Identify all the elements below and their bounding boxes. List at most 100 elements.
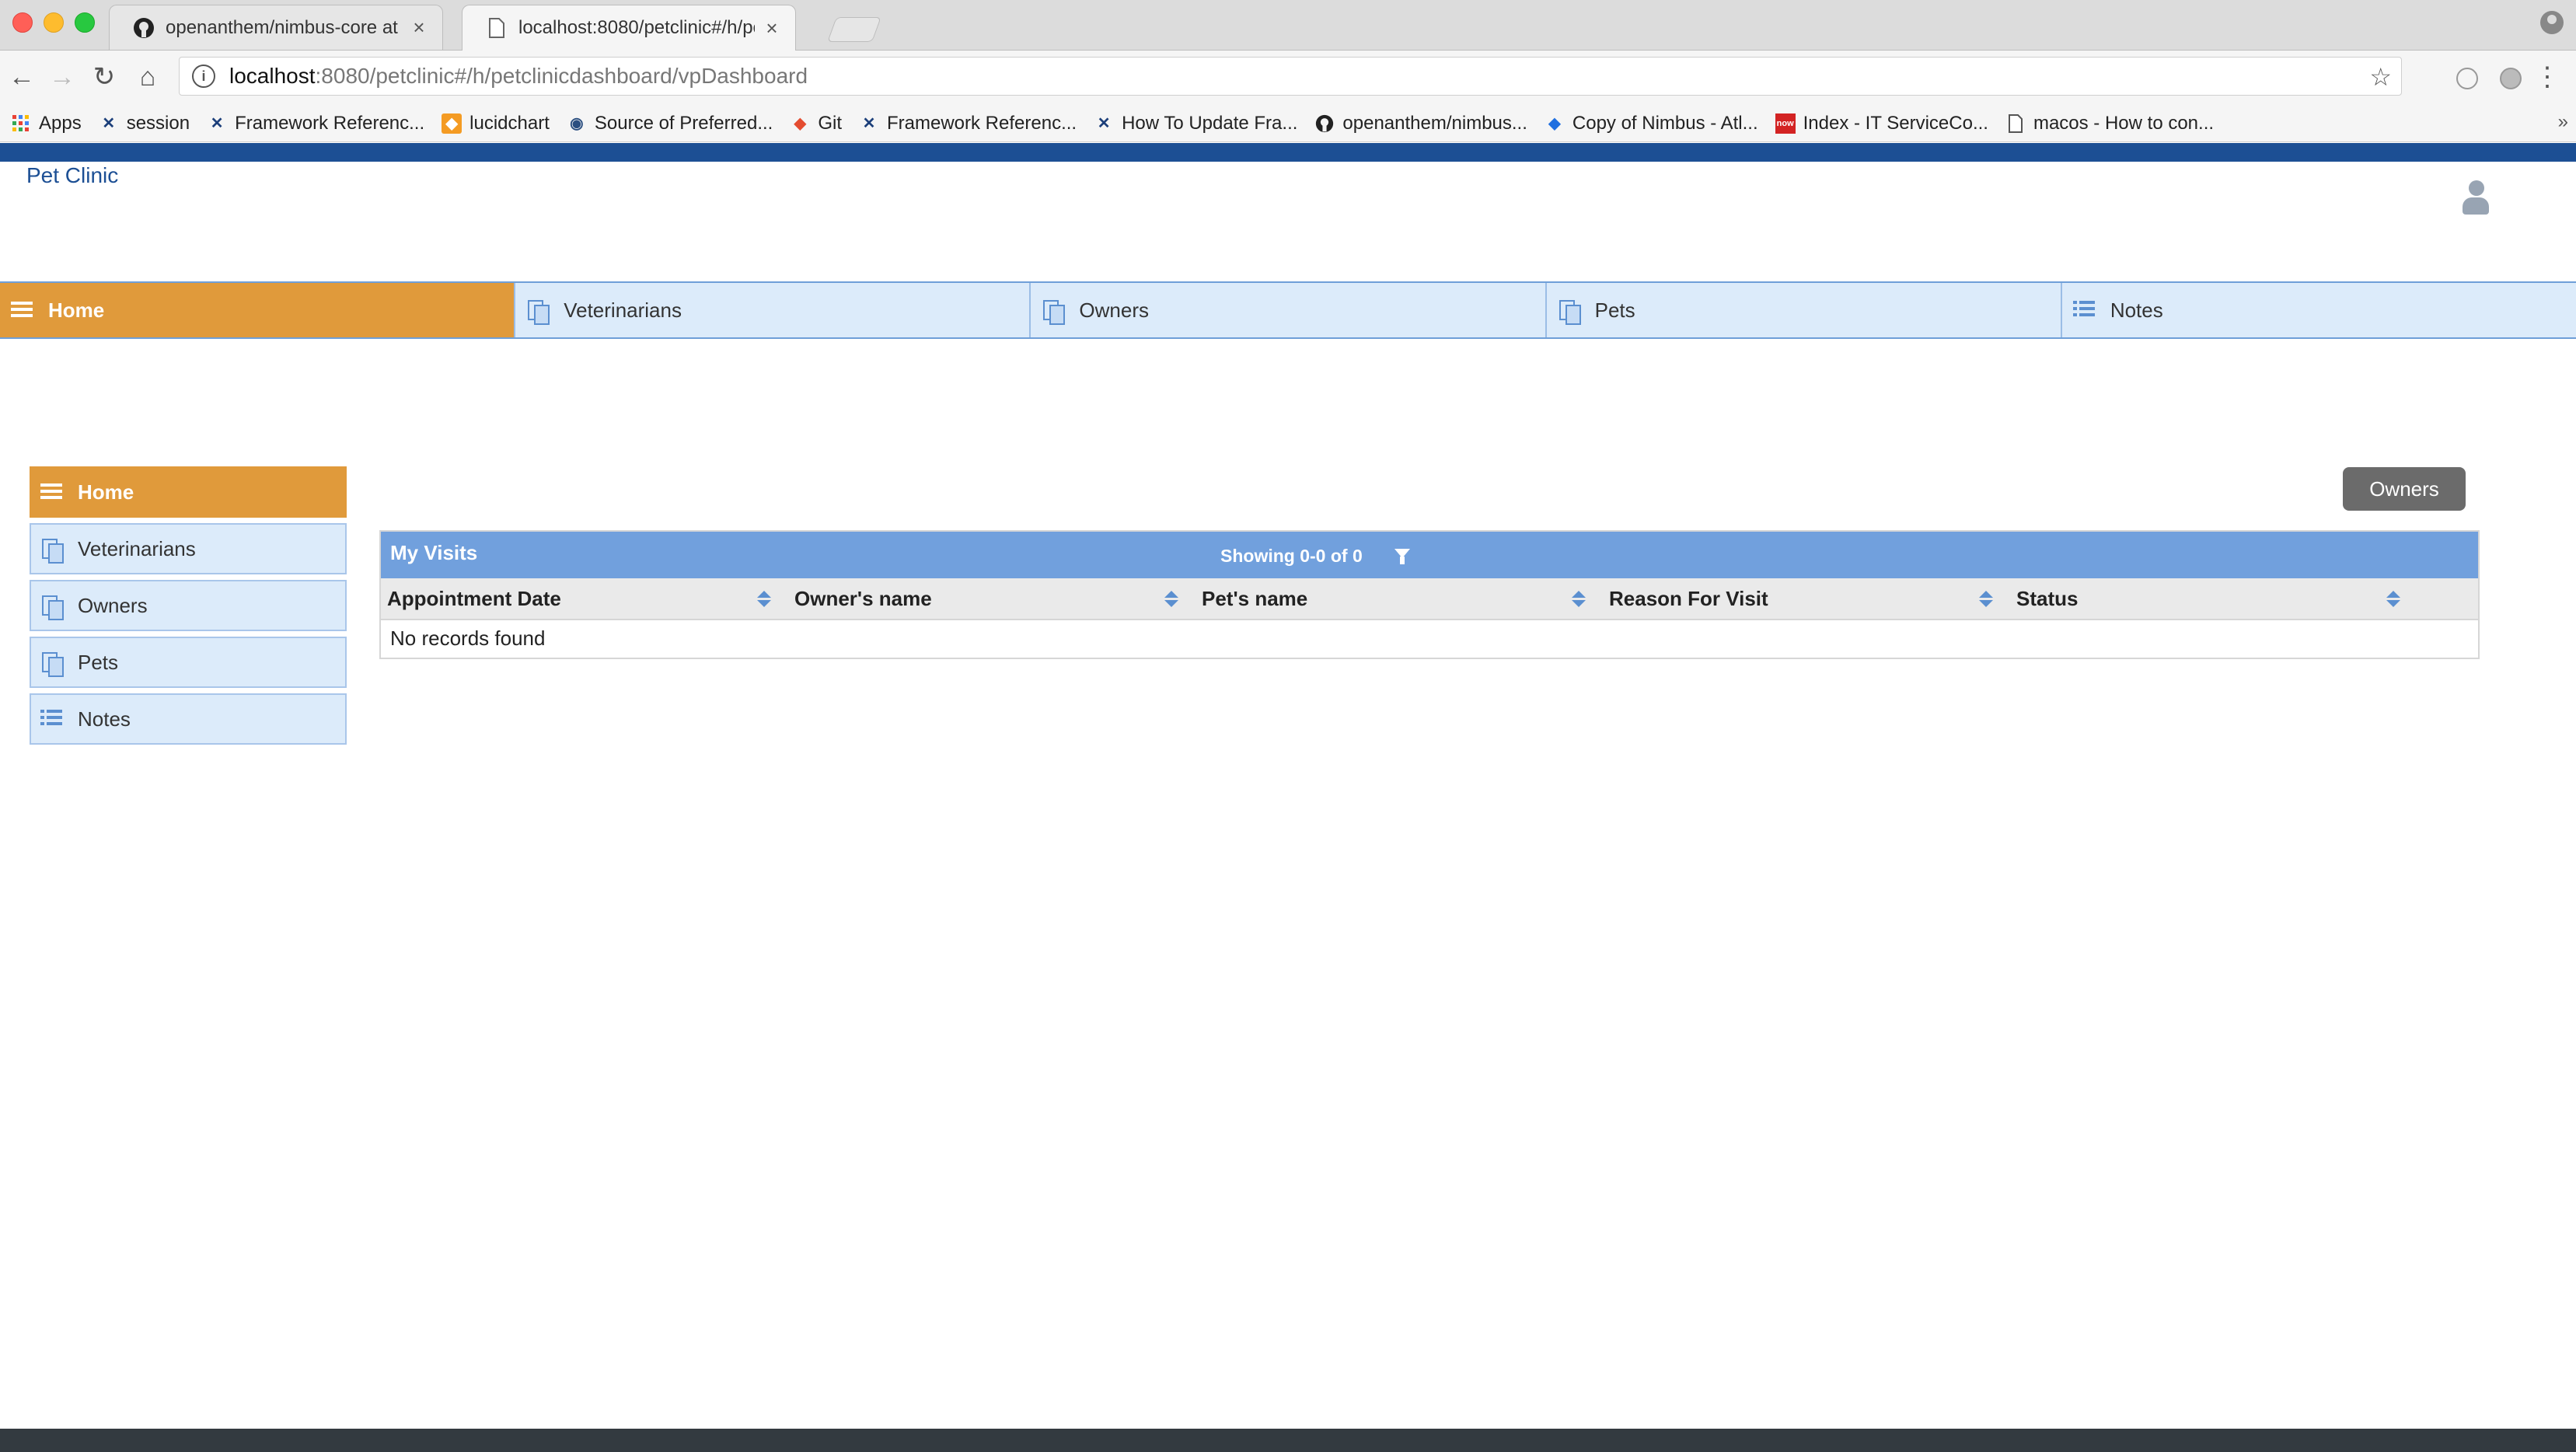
browser-tab-github[interactable]: openanthem/nimbus-core at 2 ×	[109, 5, 443, 50]
bookmark-star-icon[interactable]: ☆	[2369, 62, 2392, 92]
sort-icon[interactable]	[1164, 591, 1180, 608]
bookmark-macos-how-to[interactable]: macos - How to con...	[2005, 113, 2214, 134]
sidebar-item-owners[interactable]: Owners	[30, 580, 347, 631]
bookmark-label: Framework Referenc...	[887, 112, 1077, 134]
address-bar[interactable]: i localhost:8080/petclinic#/h/petclinicd…	[179, 57, 2402, 96]
sort-icon[interactable]	[1979, 591, 1995, 608]
bookmark-label: Framework Referenc...	[235, 112, 425, 134]
confluence-icon: ◆	[1548, 115, 1561, 132]
sidebar-item-label: Veterinarians	[78, 536, 196, 560]
sidebar-item-veterinarians[interactable]: Veterinarians	[30, 523, 347, 574]
column-header-spacer	[2417, 578, 2478, 619]
bullet-list-icon	[2072, 298, 2096, 322]
x-logo-icon: ✕	[102, 115, 116, 132]
list-icon	[11, 298, 34, 322]
filter-icon[interactable]	[1394, 549, 1410, 564]
column-header-reason-for-visit[interactable]: Reason For Visit	[1603, 578, 2010, 619]
bullet-list-icon	[40, 707, 64, 731]
documents-icon	[1558, 298, 1581, 325]
servicenow-icon: now	[1775, 113, 1796, 134]
column-header-appointment-date[interactable]: Appointment Date	[381, 578, 788, 619]
bookmark-copy-of-nimbus[interactable]: ◆ Copy of Nimbus - Atl...	[1545, 113, 1757, 134]
bookmark-framework-reference[interactable]: ✕ Framework Referenc...	[207, 113, 424, 134]
column-header-pets-name[interactable]: Pet's name	[1196, 578, 1603, 619]
grid-header: My Visits Showing 0-0 of 0	[381, 532, 2478, 578]
bookmark-label: openanthem/nimbus...	[1342, 112, 1527, 134]
site-info-icon[interactable]: i	[192, 65, 215, 88]
topnav-item-home[interactable]: Home	[0, 283, 516, 337]
grid-column-headers: Appointment Date Owner's name Pet's name…	[381, 578, 2478, 620]
side-navigation: Home Veterinarians Owners Pets Notes	[30, 466, 347, 750]
tab-title: localhost:8080/petclinic#/h/pe	[518, 17, 755, 38]
url-path: :8080/petclinic#/h/petclinicdashboard/vp…	[315, 64, 808, 88]
window-close-button[interactable]	[12, 12, 33, 33]
topnav-item-pets[interactable]: Pets	[1547, 283, 2062, 337]
x-logo-icon: ✕	[862, 115, 876, 132]
bookmark-framework-reference-2[interactable]: ✕ Framework Referenc...	[859, 113, 1077, 134]
topnav-item-owners[interactable]: Owners	[1031, 283, 1547, 337]
sidebar-item-notes[interactable]: Notes	[30, 693, 347, 745]
sort-icon[interactable]	[2386, 591, 2402, 608]
grid-record-count: Showing 0-0 of 0	[1220, 546, 1363, 566]
bookmark-label: How To Update Fra...	[1122, 112, 1298, 134]
bookmark-label: Git	[818, 112, 842, 134]
documents-icon	[40, 651, 64, 677]
page-footer	[0, 1429, 2576, 1452]
bookmark-openanthem-nimbus[interactable]: openanthem/nimbus...	[1314, 113, 1527, 134]
sort-icon[interactable]	[1572, 591, 1587, 608]
sidebar-item-label: Home	[78, 480, 134, 504]
browser-tab-petclinic[interactable]: localhost:8080/petclinic#/h/pe ×	[462, 5, 796, 51]
extension-icon[interactable]	[2500, 68, 2522, 89]
sort-icon[interactable]	[757, 591, 773, 608]
forward-arrow-icon[interactable]: →	[47, 61, 78, 92]
window-maximize-button[interactable]	[75, 12, 95, 33]
tab-close-icon[interactable]: ×	[410, 16, 428, 40]
tab-title: openanthem/nimbus-core at 2	[166, 16, 402, 38]
sidebar-item-label: Pets	[78, 650, 119, 674]
sidebar-item-pets[interactable]: Pets	[30, 637, 347, 688]
bookmark-git[interactable]: ◆ Git	[790, 113, 842, 134]
topnav-label: Owners	[1079, 298, 1149, 322]
topnav-item-veterinarians[interactable]: Veterinarians	[515, 283, 1031, 337]
column-label: Appointment Date	[387, 587, 561, 610]
back-arrow-icon[interactable]: ←	[6, 61, 37, 92]
topnav-item-notes[interactable]: Notes	[2062, 283, 2576, 337]
x-logo-icon: ✕	[210, 115, 224, 132]
bookmark-source-of-preferred[interactable]: ◉ Source of Preferred...	[567, 113, 773, 134]
bookmarks-bar: Apps ✕ session ✕ Framework Referenc... ◆…	[0, 105, 2576, 142]
owners-button[interactable]: Owners	[2343, 467, 2466, 511]
app-title[interactable]: Pet Clinic	[26, 163, 118, 188]
bookmark-session[interactable]: ✕ session	[99, 113, 190, 134]
documents-icon	[40, 594, 64, 620]
bookmark-label: lucidchart	[469, 112, 550, 134]
new-tab-button[interactable]	[827, 17, 881, 42]
documents-icon	[1042, 298, 1066, 325]
window-minimize-button[interactable]	[44, 12, 64, 33]
tab-close-icon[interactable]: ×	[763, 16, 781, 40]
browser-profile-icon[interactable]	[2540, 11, 2564, 34]
user-icon[interactable]	[2463, 180, 2489, 215]
browser-tabstrip: openanthem/nimbus-core at 2 × localhost:…	[0, 0, 2576, 51]
git-icon: ◆	[794, 115, 807, 132]
bookmark-apps[interactable]: Apps	[11, 113, 82, 134]
reload-icon[interactable]: ↻	[89, 61, 120, 92]
column-header-status[interactable]: Status	[2010, 578, 2417, 619]
topnav-label: Notes	[2110, 298, 2163, 322]
bookmarks-overflow-icon[interactable]: »	[2558, 111, 2568, 133]
list-icon	[40, 480, 64, 504]
home-icon[interactable]: ⌂	[132, 61, 163, 92]
topnav-label: Veterinarians	[564, 298, 682, 322]
bookmark-label: Apps	[39, 112, 82, 134]
app-top-bar	[0, 143, 2576, 162]
browser-toolbar: ← → ↻ ⌂ i localhost:8080/petclinic#/h/pe…	[0, 51, 2576, 105]
sidebar-item-home[interactable]: Home	[30, 466, 347, 518]
grid-title: My Visits	[390, 541, 478, 564]
bookmark-index-it-servicecomm[interactable]: now Index - IT ServiceCo...	[1775, 113, 1988, 134]
top-navigation: Home Veterinarians Owners Pets Notes	[0, 281, 2576, 339]
extension-icon[interactable]	[2456, 68, 2478, 89]
sidebar-item-label: Notes	[78, 707, 131, 731]
browser-menu-icon[interactable]: ⋮	[2534, 61, 2560, 92]
bookmark-lucidchart[interactable]: ◆ lucidchart	[442, 113, 550, 134]
column-header-owners-name[interactable]: Owner's name	[788, 578, 1196, 619]
bookmark-how-to-update[interactable]: ✕ How To Update Fra...	[1094, 112, 1298, 134]
